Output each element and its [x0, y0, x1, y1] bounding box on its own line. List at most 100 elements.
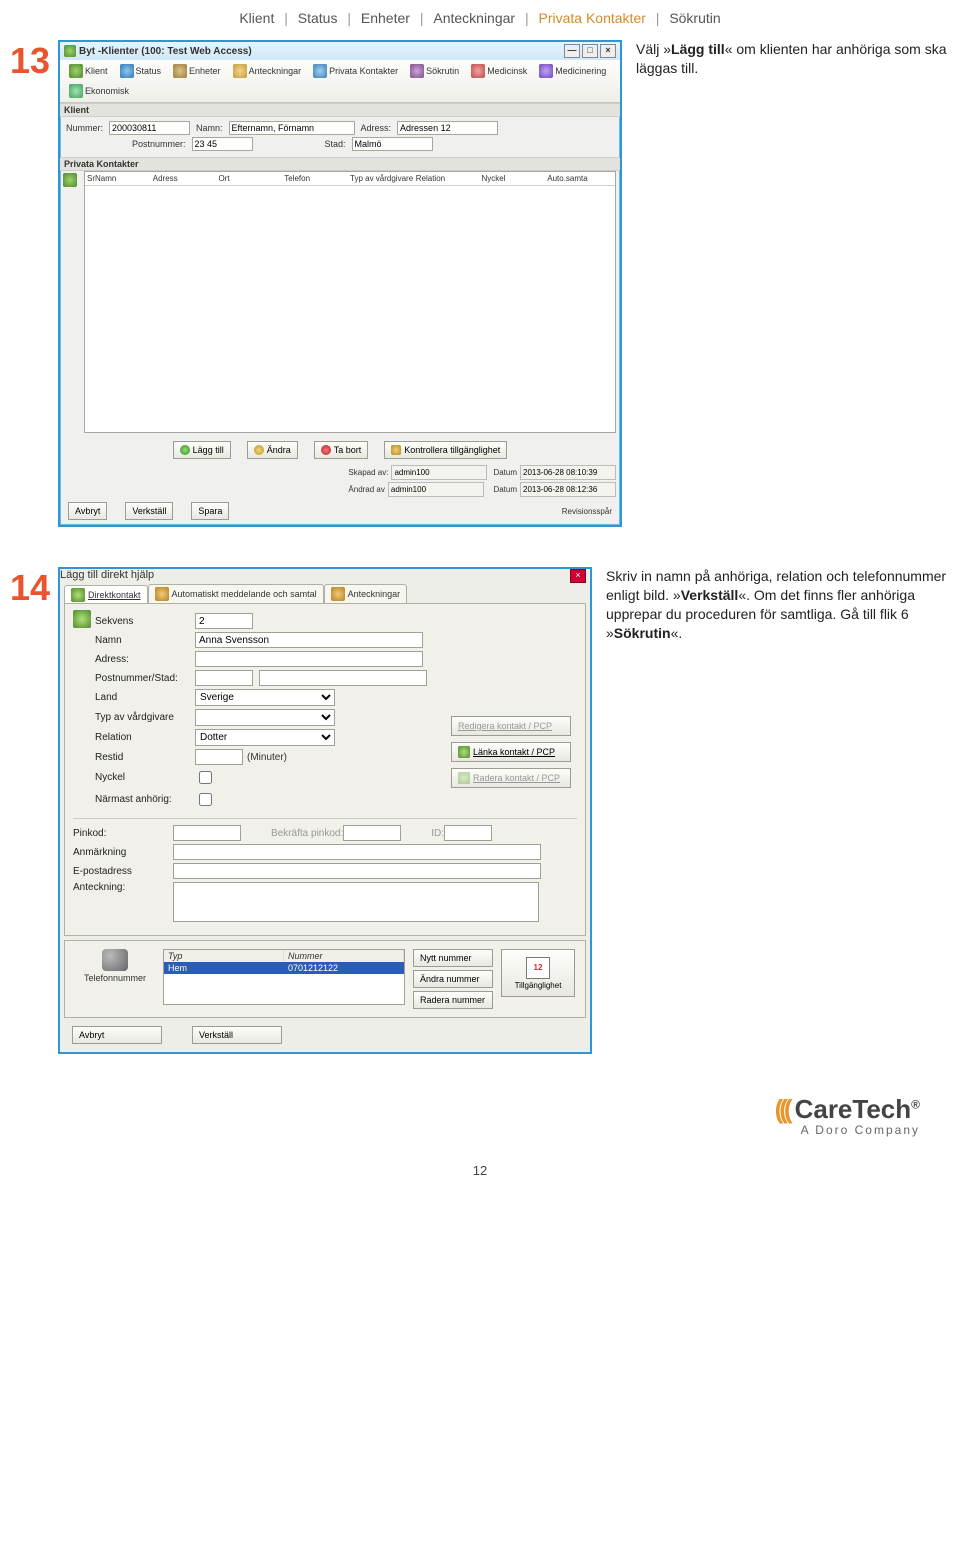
relation-select[interactable]: Dotter	[195, 729, 335, 746]
skapad-av-value	[391, 465, 487, 480]
econ-icon	[69, 84, 83, 98]
redigera-pcp-button[interactable]: Redigera kontakt / PCP	[451, 716, 571, 736]
breadcrumb: Klient | Status | Enheter | Anteckningar…	[0, 0, 960, 30]
lagg-till-button[interactable]: Lägg till	[173, 441, 231, 459]
step-14-row: 14 Lägg till direkt hjälp × Direktkontak…	[10, 567, 950, 1054]
anteckning-input[interactable]	[173, 882, 539, 922]
window-bottom-bar: Avbryt Verkställ Spara Revisionsspår	[60, 499, 620, 525]
lanka-pcp-button[interactable]: Länka kontakt / PCP	[451, 742, 571, 762]
postnr-input[interactable]	[192, 137, 253, 151]
logo-brand: CareTech	[795, 1094, 912, 1124]
namn-label: Namn	[95, 635, 195, 646]
toolbar-item-medicinsk[interactable]: Medicinsk	[466, 62, 532, 80]
toolbar-item-sökrutin[interactable]: Sökrutin	[405, 62, 464, 80]
restid-input[interactable]	[195, 749, 243, 765]
epost-input[interactable]	[173, 863, 541, 879]
pinkod-input[interactable]	[173, 825, 241, 841]
sekvens-input[interactable]	[195, 613, 253, 629]
land-select[interactable]: Sverige	[195, 689, 335, 706]
key-icon	[391, 445, 401, 455]
nyckel-label: Nyckel	[95, 772, 195, 783]
dialog-verkstall-button[interactable]: Verkställ	[192, 1026, 282, 1044]
namn-input[interactable]	[195, 632, 423, 648]
contacts-col: Ort	[219, 174, 285, 183]
max-button[interactable]: □	[582, 44, 598, 58]
toolbar-item-anteckningar[interactable]: Anteckningar	[228, 62, 307, 80]
namn-label: Namn:	[196, 123, 223, 133]
tab-anteckningar[interactable]: Anteckningar	[324, 584, 408, 603]
land-label: Land	[95, 692, 195, 703]
radera-nummer-button[interactable]: Radera nummer	[413, 991, 493, 1009]
step-14-explanation: Skriv in namn på anhöriga, relation och …	[606, 567, 950, 643]
toolbar-item-medicinering[interactable]: Medicinering	[534, 62, 611, 80]
kontrollera-button[interactable]: Kontrollera tillgänglighet	[384, 441, 507, 459]
box-icon	[173, 64, 187, 78]
post-label: Postnummer/Stad:	[95, 673, 195, 684]
person-small-icon	[458, 772, 470, 784]
toolbar-item-enheter[interactable]: Enheter	[168, 62, 226, 80]
toolbar-item-label: Anteckningar	[249, 66, 302, 76]
phone-row[interactable]: Hem 0701212122	[164, 962, 404, 974]
phone-icon	[102, 949, 128, 971]
narmast-checkbox[interactable]	[199, 793, 212, 806]
min-button[interactable]: —	[564, 44, 580, 58]
dialog-avbryt-button[interactable]: Avbryt	[72, 1026, 162, 1044]
verkstall-button[interactable]: Verkställ	[125, 502, 173, 520]
radera-pcp-button[interactable]: Radera kontakt / PCP	[451, 768, 571, 788]
bekrafta-input[interactable]	[343, 825, 401, 841]
adress-input[interactable]	[397, 121, 498, 135]
toolbar-item-privata-kontakter[interactable]: Privata Kontakter	[308, 62, 403, 80]
dialog-close-button[interactable]: ×	[570, 569, 586, 583]
person-large-icon	[73, 610, 91, 628]
stad-input[interactable]	[352, 137, 433, 151]
breadcrumb-item: Anteckningar	[430, 10, 518, 26]
narmast-label: Närmast anhörig:	[95, 794, 195, 805]
breadcrumb-item: Enheter	[358, 10, 413, 26]
typ-label: Typ av vårdgivare	[95, 712, 195, 723]
tillganglighet-button[interactable]: Tillgänglighet	[501, 949, 575, 997]
stad-label: Stad:	[325, 139, 346, 149]
toolbar: Klient StatusEnheter Anteckningar Privata K…	[60, 60, 620, 103]
nytt-nummer-button[interactable]: Nytt nummer	[413, 949, 493, 967]
contacts-col: Typ av vårdgivare	[350, 174, 416, 183]
adress-input[interactable]	[195, 651, 423, 667]
typ-select[interactable]	[195, 709, 335, 726]
toolbar-item-ekonomisk[interactable]: Ekonomisk	[64, 82, 134, 100]
toolbar-item-klient[interactable]: Klient	[64, 62, 113, 80]
anmarkning-input[interactable]	[173, 844, 541, 860]
contacts-col: SrNamn	[87, 174, 153, 183]
tab-direktkontakt[interactable]: Direktkontakt	[64, 585, 148, 604]
namn-input[interactable]	[229, 121, 355, 135]
search-icon	[410, 64, 424, 78]
nummer-input[interactable]	[109, 121, 190, 135]
contacts-header-row: SrNamnAdressOrtTelefonTyp av vårdgivareR…	[85, 172, 615, 186]
spara-button[interactable]: Spara	[191, 502, 229, 520]
toolbar-item-label: Medicinsk	[487, 66, 527, 76]
klient-fields: Nummer: Namn: Adress: Postnummer: Stad:	[60, 117, 620, 157]
step-13-number: 13	[10, 40, 50, 82]
contacts-list[interactable]: SrNamnAdressOrtTelefonTyp av vårdgivareR…	[84, 171, 616, 433]
id-label: ID:	[431, 828, 444, 839]
andra-nummer-button[interactable]: Ändra nummer	[413, 970, 493, 988]
tab-auto[interactable]: Automatiskt meddelande och samtal	[148, 584, 324, 603]
close-button[interactable]: ×	[600, 44, 616, 58]
toolbar-item-label: Ekonomisk	[85, 86, 129, 96]
contacts-button-bar: Lägg till Ändra Ta bort Kontrollera till…	[60, 437, 620, 463]
step-14-number: 14	[10, 567, 50, 609]
avbryt-button[interactable]: Avbryt	[68, 502, 107, 520]
andra-button[interactable]: Ändra	[247, 441, 298, 459]
nyckel-checkbox[interactable]	[199, 771, 212, 784]
person-icon	[71, 588, 85, 602]
postnr-input[interactable]	[195, 670, 253, 686]
toolbar-item-status[interactable]: Status	[115, 62, 167, 80]
andrad-datum-label: Datum	[493, 485, 517, 494]
id-input[interactable]	[444, 825, 492, 841]
phone-list[interactable]: Typ Nummer Hem 0701212122	[163, 949, 405, 1005]
skapad-av-label: Skapad av:	[348, 468, 388, 477]
window-title: Byt -Klienter (100: Test Web Access)	[79, 46, 252, 57]
stad-input[interactable]	[259, 670, 427, 686]
dialog-lagg-till: Lägg till direkt hjälp × Direktkontakt A…	[58, 567, 592, 1054]
toolbar-item-label: Klient	[85, 66, 108, 76]
ta-bort-button[interactable]: Ta bort	[314, 441, 369, 459]
step-13-explanation: Välj »Lägg till« om klienten har anhörig…	[636, 40, 950, 78]
